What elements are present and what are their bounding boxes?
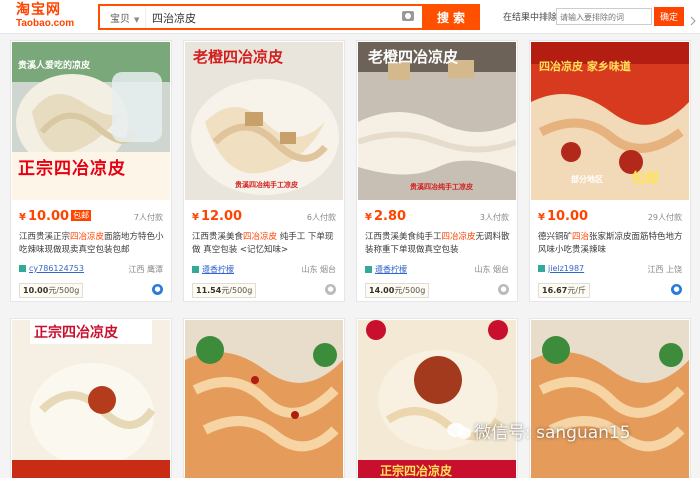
camera-icon[interactable]	[402, 11, 414, 21]
image-caption: 贵溪四冶纯手工凉皮	[235, 181, 298, 189]
watermark-text: 微信号: sanguan15	[474, 423, 631, 443]
shop-link[interactable]: 遵香柠檬	[192, 264, 234, 275]
product-price: ¥10.00 包邮	[19, 209, 92, 224]
shop-icon	[365, 266, 372, 273]
logo-subtext: Taobao.com	[16, 18, 75, 29]
free-shipping-badge: 包邮	[71, 210, 92, 221]
product-title[interactable]: 江西贵溪美食四冶凉皮 纯手工 下单现做 真空包装 <记忆知味>	[192, 231, 340, 257]
shop-location: 江西 鹰潭	[128, 265, 163, 274]
product-image[interactable]: 正宗四冶凉皮	[12, 320, 170, 478]
product-card[interactable]: 正宗四冶凉皮	[356, 318, 518, 478]
chat-icon[interactable]: ●	[671, 284, 682, 295]
product-price: ¥10.00	[538, 209, 589, 224]
product-title[interactable]: 江西贵溪美食纯手工四冶凉皮无调料散装称重下单现做真空包装	[365, 231, 513, 257]
shop-location: 山东 烟台	[474, 265, 509, 274]
shop-icon	[19, 265, 26, 272]
image-headline: 正宗四冶凉皮	[34, 325, 118, 341]
shop-icon	[192, 266, 199, 273]
product-price: ¥12.00	[192, 209, 243, 224]
product-image[interactable]: 贵溪人爱吃的凉皮 正宗四冶凉皮	[12, 42, 170, 200]
product-card[interactable]: 老橙四冶凉皮 贵溪四冶纯手工凉皮 ¥12.00 6人付款 江西贵溪美食四冶凉皮 …	[183, 40, 345, 302]
buyer-count: 7人付款	[133, 213, 163, 222]
exclude-label: 在结果中排除	[503, 13, 558, 23]
unit-price: 11.54元/500g	[192, 283, 257, 298]
buyer-count: 6人付款	[306, 213, 336, 222]
chat-icon[interactable]: ●	[152, 284, 163, 295]
exclude-input[interactable]	[556, 8, 652, 25]
exclude-confirm-button[interactable]: 确定	[654, 7, 684, 26]
image-badge: 包邮	[631, 171, 659, 187]
shop-link[interactable]: cy786124753	[19, 264, 84, 273]
chevron-right-icon[interactable]	[690, 16, 696, 26]
unit-price: 14.00元/500g	[365, 283, 430, 298]
product-image[interactable]: 老橙四冶凉皮 贵溪四冶纯手工凉皮	[185, 42, 343, 200]
image-headline: 老橙四冶凉皮	[193, 48, 284, 66]
product-image[interactable]	[531, 320, 689, 478]
shop-link[interactable]: jielz1987	[538, 264, 584, 273]
product-image[interactable]: 老橙四冶凉皮 贵溪四冶纯手工凉皮	[358, 42, 516, 200]
chat-icon[interactable]: ●	[325, 284, 336, 295]
buyer-count: 29人付款	[647, 213, 682, 222]
search-box: 宝贝 ▼ 搜索	[98, 4, 480, 30]
product-image[interactable]: 四冶凉皮 家乡味道 部分地区 包邮	[531, 42, 689, 200]
product-card[interactable]: 老橙四冶凉皮 贵溪四冶纯手工凉皮 ¥2.80 3人付款 江西贵溪美食纯手工四冶凉…	[356, 40, 518, 302]
product-card[interactable]	[183, 318, 345, 478]
product-card[interactable]	[529, 318, 691, 478]
image-caption: 部分地区	[571, 175, 603, 184]
unit-price: 10.00元/500g	[19, 283, 84, 298]
image-headline: 四冶凉皮 家乡味道	[539, 60, 631, 73]
product-title[interactable]: 江西贵溪正宗四冶凉皮面筋地方特色小吃辣味现做现卖真空包装包邮	[19, 231, 167, 257]
taobao-logo[interactable]: 淘宝网 Taobao.com	[16, 2, 80, 32]
product-card[interactable]: 四冶凉皮 家乡味道 部分地区 包邮 ¥10.00 29人付款 德兴铜矿四治张家斯…	[529, 40, 691, 302]
product-image[interactable]: 正宗四冶凉皮	[358, 320, 516, 478]
chevron-down-icon: ▼	[134, 16, 140, 24]
image-headline: 正宗四冶凉皮	[18, 159, 126, 179]
shop-link[interactable]: 遵香柠檬	[365, 264, 407, 275]
product-title[interactable]: 德兴铜矿四治张家斯凉皮面筋特色地方风味小吃贵溪辣味	[538, 231, 686, 257]
shop-location: 山东 烟台	[301, 265, 336, 274]
image-caption: 贵溪四冶纯手工凉皮	[410, 183, 473, 191]
image-headline: 老橙四冶凉皮	[368, 48, 459, 66]
wechat-icon	[447, 423, 471, 439]
search-button[interactable]: 搜索	[422, 4, 480, 30]
search-scope-select[interactable]: 宝贝 ▼	[100, 6, 146, 28]
search-input[interactable]	[152, 6, 392, 28]
top-bar: 淘宝网 Taobao.com 宝贝 ▼ 搜索 在结果中排除 确定	[0, 0, 700, 34]
product-card[interactable]: 正宗四冶凉皮	[10, 318, 172, 478]
product-image[interactable]	[185, 320, 343, 478]
search-scope-label: 宝贝	[110, 14, 130, 25]
image-headline: 正宗四冶凉皮	[380, 464, 453, 478]
unit-price: 16.67元/斤	[538, 283, 591, 298]
logo-text: 淘宝网	[16, 2, 61, 18]
image-caption: 贵溪人爱吃的凉皮	[18, 61, 91, 71]
shop-icon	[538, 265, 545, 272]
chat-icon[interactable]: ●	[498, 284, 509, 295]
shop-location: 江西 上饶	[647, 265, 682, 274]
product-price: ¥2.80	[365, 209, 407, 224]
product-card[interactable]: 贵溪人爱吃的凉皮 正宗四冶凉皮 ¥10.00 包邮 7人付款 江西贵溪正宗四冶凉皮…	[10, 40, 172, 302]
buyer-count: 3人付款	[479, 213, 509, 222]
